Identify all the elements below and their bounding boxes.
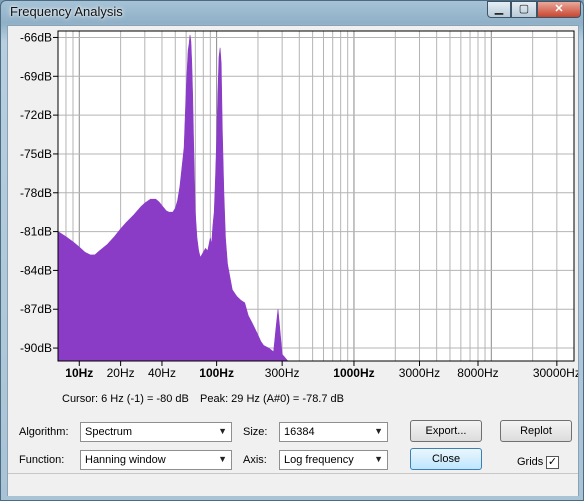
dropdown-arrow-icon: ▼ — [218, 426, 227, 436]
replot-button[interactable]: Replot — [500, 420, 572, 442]
algorithm-select[interactable]: Spectrum ▼ — [80, 422, 232, 442]
export-button[interactable]: Export... — [410, 420, 482, 442]
algorithm-label: Algorithm: — [19, 426, 69, 438]
minimize-button[interactable]: ▁ — [487, 1, 511, 18]
axis-select[interactable]: Log frequency ▼ — [279, 450, 388, 470]
close-button[interactable]: Close — [410, 448, 482, 470]
y-axis-ticks: -66dB -69dB -72dB -75dB -78dB -81dB -84dB -87dB… — [20, 30, 58, 355]
status-bar — [8, 473, 578, 496]
y-tick-label: -90dB — [20, 341, 52, 355]
grids-label: Grids — [517, 456, 544, 468]
y-tick-label: -66dB — [20, 30, 52, 44]
window-close-button[interactable]: ✕ — [537, 1, 581, 18]
y-tick-label: -75dB — [20, 147, 52, 161]
y-tick-label: -69dB — [20, 69, 52, 83]
x-axis-ticks: 10Hz 20Hz 40Hz 100Hz 300Hz 1000Hz 3000Hz 8000Hz… — [65, 361, 578, 380]
x-tick-label: 10Hz — [65, 366, 93, 380]
x-tick-label: 3000Hz — [399, 366, 440, 380]
size-select[interactable]: 16384 ▼ — [279, 422, 388, 442]
dropdown-arrow-icon: ▼ — [374, 454, 383, 464]
y-tick-label: -72dB — [20, 108, 52, 122]
y-tick-label: -78dB — [20, 186, 52, 200]
dropdown-arrow-icon: ▼ — [218, 454, 227, 464]
grids-checkbox[interactable]: ✓ — [546, 456, 559, 469]
x-tick-label: 300Hz — [265, 366, 300, 380]
peak-readout: Peak: 29 Hz (A#0) = -78.7 dB — [200, 393, 344, 405]
function-value: Hanning window — [85, 454, 166, 466]
size-value: 16384 — [284, 426, 315, 438]
window-title: Frequency Analysis — [10, 4, 123, 19]
x-tick-label: 8000Hz — [457, 366, 498, 380]
checkmark-icon: ✓ — [547, 456, 558, 468]
maximize-button[interactable]: ▢ — [511, 1, 537, 18]
algorithm-value: Spectrum — [85, 426, 133, 438]
x-tick-label: 100Hz — [199, 366, 234, 380]
function-select[interactable]: Hanning window ▼ — [80, 450, 232, 470]
x-tick-label: 20Hz — [107, 366, 135, 380]
x-tick-label: 30000Hz — [533, 366, 578, 380]
frequency-analysis-window: Frequency Analysis ▁ ▢ ✕ -66dB -69dB -72dB… — [0, 0, 584, 501]
x-tick-label: 40Hz — [148, 366, 176, 380]
cursor-readout: Cursor: 6 Hz (-1) = -80 dB — [62, 393, 189, 405]
y-tick-label: -81dB — [20, 225, 52, 239]
axis-label: Axis: — [243, 454, 267, 466]
function-label: Function: — [19, 454, 65, 466]
dropdown-arrow-icon: ▼ — [374, 426, 383, 436]
y-tick-label: -84dB — [20, 263, 52, 277]
dialog-client-area: -66dB -69dB -72dB -75dB -78dB -81dB -84dB -87dB… — [7, 25, 579, 496]
x-tick-label: 1000Hz — [333, 366, 374, 380]
spectrum-plot[interactable]: -66dB -69dB -72dB -75dB -78dB -81dB -84dB -87dB… — [8, 26, 578, 386]
y-tick-label: -87dB — [20, 302, 52, 316]
size-label: Size: — [243, 426, 268, 438]
axis-value: Log frequency — [284, 454, 354, 466]
